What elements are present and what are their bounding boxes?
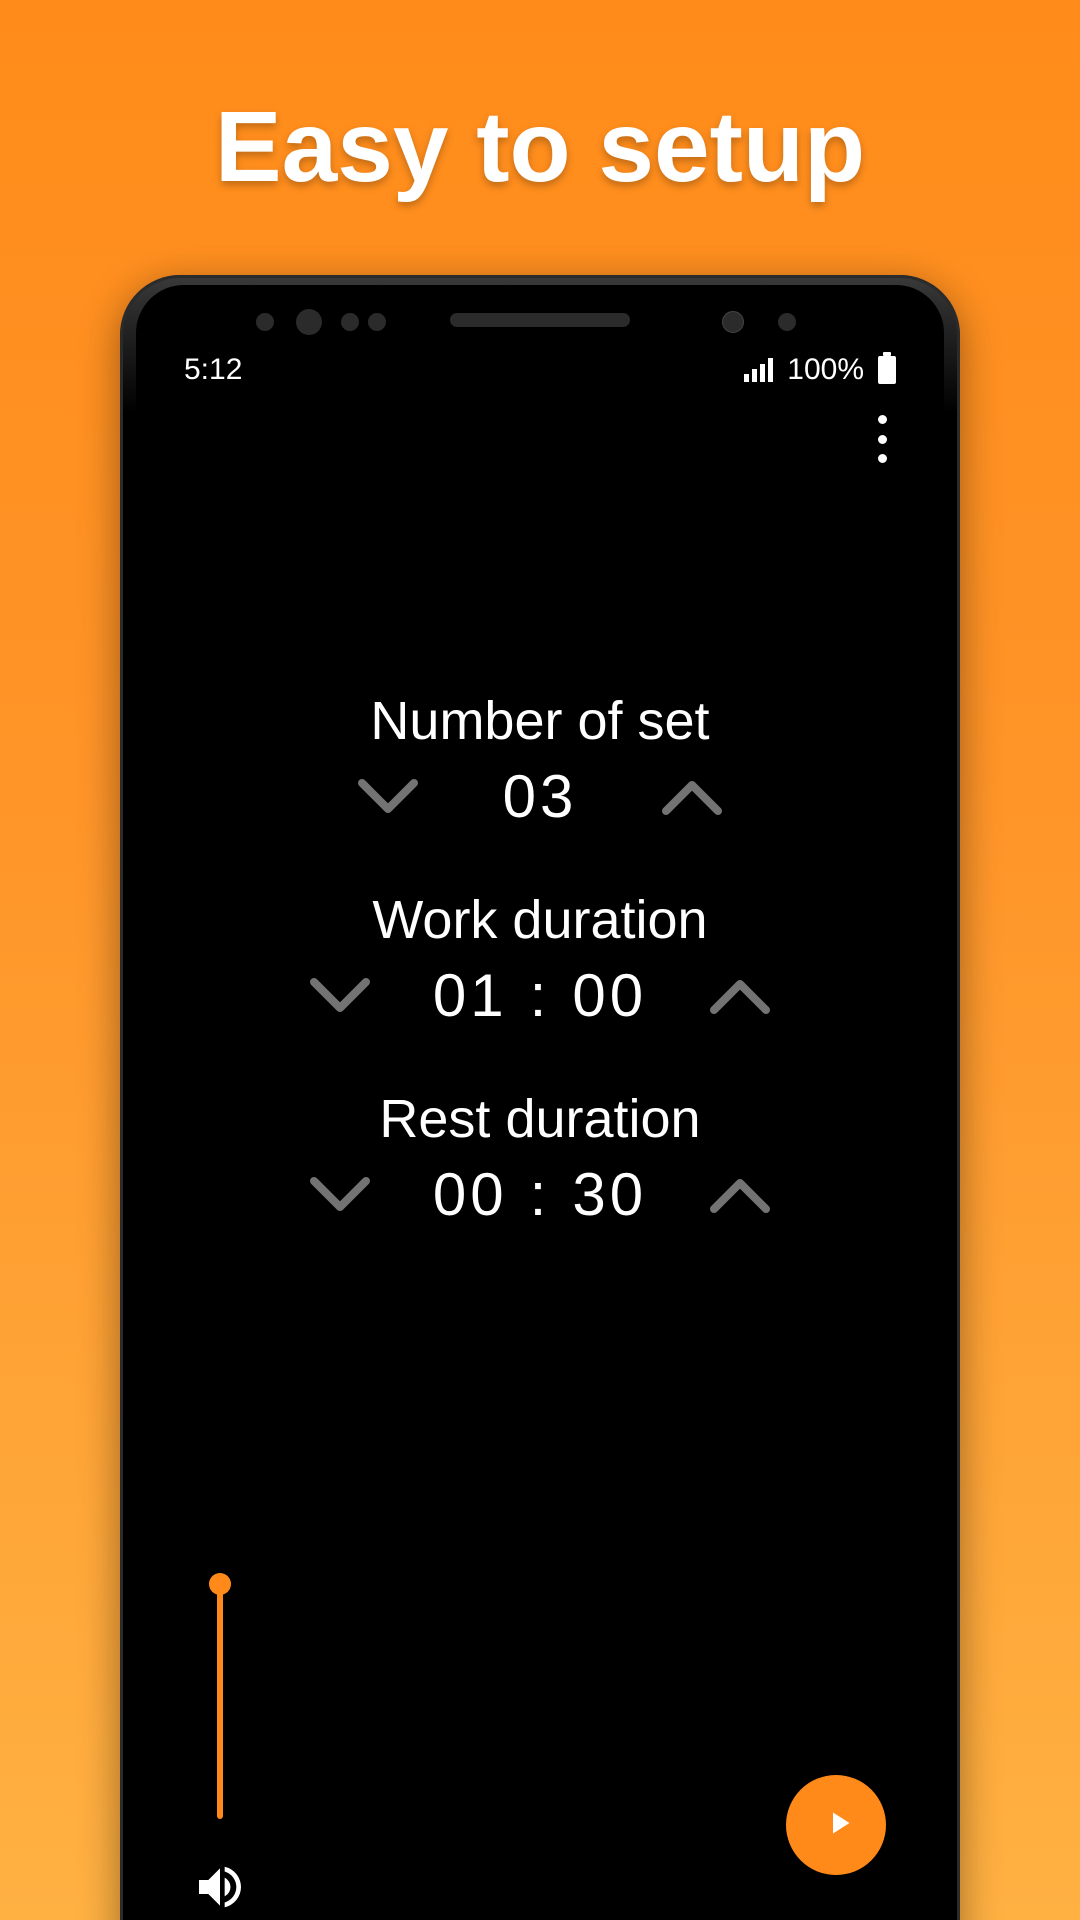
battery-text: 100% xyxy=(787,353,864,387)
speaker-grille xyxy=(450,313,630,327)
status-time: 5:12 xyxy=(184,353,242,387)
rest-minutes: 00 xyxy=(433,1160,508,1229)
screen: 5:12 100% Number of set xyxy=(136,285,944,1920)
phone-frame: 5:12 100% Number of set xyxy=(120,275,960,1920)
status-bar: 5:12 100% xyxy=(136,345,944,395)
volume-thumb[interactable] xyxy=(209,1573,231,1595)
volume-slider[interactable] xyxy=(217,1579,223,1819)
rest-section: Rest duration 00 : 30 xyxy=(136,1088,944,1229)
sensor-dot xyxy=(341,313,359,331)
work-label: Work duration xyxy=(136,889,944,951)
more-icon[interactable] xyxy=(864,415,900,463)
battery-icon xyxy=(878,356,896,384)
work-increment-button[interactable] xyxy=(708,976,772,1016)
app-bar xyxy=(136,395,944,485)
promo-headline: Easy to setup xyxy=(0,90,1080,205)
rest-increment-button[interactable] xyxy=(708,1175,772,1215)
work-value[interactable]: 01 : 00 xyxy=(410,961,670,1030)
play-icon xyxy=(815,1805,857,1846)
sensor-dot xyxy=(256,313,274,331)
work-decrement-button[interactable] xyxy=(308,976,372,1016)
start-button[interactable] xyxy=(786,1775,886,1875)
front-camera xyxy=(722,311,744,333)
time-separator: : xyxy=(530,1160,551,1229)
sets-decrement-button[interactable] xyxy=(356,777,420,817)
time-separator: : xyxy=(530,961,551,1030)
rest-value[interactable]: 00 : 30 xyxy=(410,1160,670,1229)
promo-background: Easy to setup 5:12 100% xyxy=(0,0,1080,1920)
timer-settings: Number of set 03 Work duration xyxy=(136,690,944,1287)
sets-value[interactable]: 03 xyxy=(480,762,600,831)
sets-section: Number of set 03 xyxy=(136,690,944,831)
work-minutes: 01 xyxy=(433,961,508,1030)
rest-seconds: 30 xyxy=(572,1160,647,1229)
sets-label: Number of set xyxy=(136,690,944,752)
sensor-dot xyxy=(778,313,796,331)
sensor-dot xyxy=(296,309,322,335)
work-section: Work duration 01 : 00 xyxy=(136,889,944,1030)
sensor-dot xyxy=(368,313,386,331)
volume-control xyxy=(192,1579,248,1915)
rest-label: Rest duration xyxy=(136,1088,944,1150)
volume-icon[interactable] xyxy=(192,1859,248,1915)
rest-decrement-button[interactable] xyxy=(308,1175,372,1215)
work-seconds: 00 xyxy=(572,961,647,1030)
hardware-bar xyxy=(136,285,944,345)
signal-icon xyxy=(744,358,773,382)
sets-increment-button[interactable] xyxy=(660,777,724,817)
